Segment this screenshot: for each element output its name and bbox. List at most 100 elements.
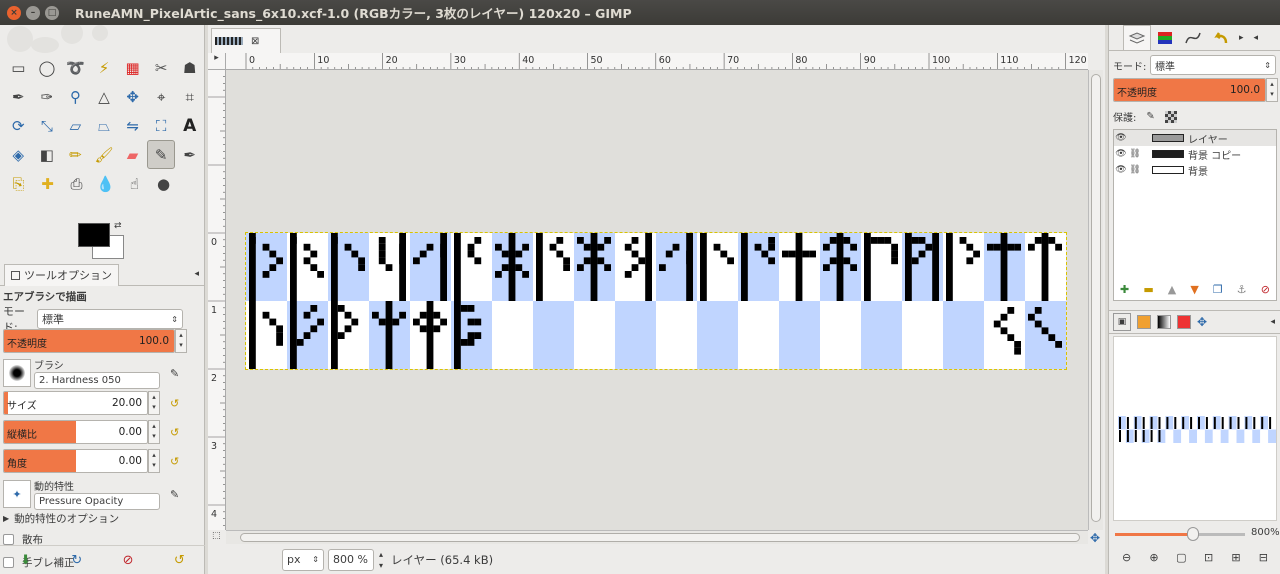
angle-spinner[interactable]: ▴ ▾ [148, 449, 160, 473]
zoom-field[interactable]: 800 % [328, 548, 374, 571]
panel-menu-icon[interactable]: ◂ [194, 269, 199, 279]
chain-icon[interactable]: ⛓ [1128, 149, 1142, 159]
navigation-preview[interactable] [1113, 336, 1277, 521]
select-by-color-tool[interactable]: ▦ [118, 53, 147, 82]
tab-paths[interactable] [1179, 25, 1207, 51]
zoom-fill-icon[interactable]: ⊞ [1228, 549, 1244, 565]
unit-select[interactable]: px ⇕ [282, 548, 324, 571]
image-tab[interactable]: ⊠ [211, 28, 281, 53]
measure-tool[interactable]: △ [90, 82, 119, 111]
shrink-wrap-icon[interactable]: ⊟ [1255, 549, 1271, 565]
tab-layers[interactable] [1123, 24, 1151, 51]
zoom-in-icon[interactable]: ⊕ [1146, 549, 1162, 565]
foreground-color[interactable] [78, 223, 110, 247]
airbrush-tool[interactable]: ✎ [146, 140, 176, 169]
lock-pixels-icon[interactable]: ✎ [1146, 111, 1154, 122]
navigate-icon[interactable]: ✥ [1090, 531, 1100, 545]
tab-gradients[interactable] [1157, 315, 1171, 329]
smudge-tool[interactable]: ☝ [120, 169, 149, 198]
edit-brush-icon[interactable]: ✎ [170, 367, 179, 380]
text-tool-tool[interactable]: A [175, 111, 204, 140]
window-maximize-button[interactable]: □ [45, 5, 59, 20]
reset-options-icon[interactable]: ↺ [174, 553, 185, 568]
visibility-eye-icon[interactable]: 👁 [1114, 165, 1128, 175]
zoom-100-icon[interactable]: ▢ [1173, 549, 1189, 565]
heal-tool[interactable]: ✚ [33, 169, 62, 198]
horizontal-scroll-thumb[interactable] [240, 533, 1080, 542]
ink-tool[interactable]: ✒ [175, 140, 204, 169]
restore-options-icon[interactable]: ↻ [71, 553, 82, 568]
vertical-scrollbar[interactable] [1088, 70, 1103, 530]
perspective-clone-tool[interactable]: ⎙ [62, 169, 91, 198]
opacity-slider[interactable]: 不透明度 100.0 [3, 329, 175, 353]
window-minimize-button[interactable]: – [26, 5, 40, 20]
save-options-icon[interactable]: ⬇ [20, 553, 31, 568]
dynamics-icon[interactable]: ✦ [3, 480, 31, 508]
fuzzy-select-tool[interactable]: ⚡ [90, 53, 119, 82]
foreground-select-tool[interactable]: ☗ [175, 53, 204, 82]
angle-slider[interactable]: 角度 0.00 [3, 449, 148, 473]
menu-arrow-icon[interactable]: ▸ [208, 53, 226, 70]
tab-navigation[interactable]: ✥ [1197, 315, 1207, 329]
tab-pointer[interactable]: ▣ [1113, 313, 1131, 331]
tab-palettes[interactable] [1177, 315, 1191, 329]
new-group-icon[interactable]: ▬ [1143, 283, 1153, 299]
raise-layer-icon[interactable]: ▲ [1168, 283, 1176, 299]
scale-tool[interactable]: ⤡ [33, 111, 62, 140]
rotate-tool[interactable]: ⟳ [4, 111, 33, 140]
zoom-fit-icon[interactable]: ⊡ [1201, 549, 1217, 565]
layer-opacity-slider[interactable]: 不透明度 100.0 [1113, 78, 1266, 102]
aspect-spinner[interactable]: ▴ ▾ [148, 420, 160, 444]
layer-opacity-spinner[interactable]: ▴ ▾ [1266, 78, 1278, 102]
rect-select-tool[interactable]: ▭ [4, 53, 33, 82]
mode-select[interactable]: 標準 ⇕ [37, 309, 183, 329]
blend-tool[interactable]: ◧ [33, 140, 62, 169]
aspect-slider[interactable]: 縦横比 0.00 [3, 420, 148, 444]
quick-mask-icon[interactable]: ⬚ [212, 531, 221, 541]
dynamics-options-expander[interactable]: ▶ 動的特性のオプション [3, 511, 119, 526]
swap-colors-icon[interactable]: ⇄ [114, 221, 122, 231]
vertical-scroll-thumb[interactable] [1091, 74, 1101, 522]
brush-field[interactable]: 2. Hardness 050 [34, 372, 160, 389]
crop-tool[interactable]: ⌗ [175, 82, 204, 111]
delete-options-icon[interactable]: ⊘ [123, 553, 134, 568]
dodge-burn-tool[interactable]: ● [149, 169, 178, 198]
paintbrush-tool[interactable]: 🖌 [90, 140, 119, 169]
edit-dynamics-icon[interactable]: ✎ [170, 488, 179, 501]
dynamics-field[interactable]: Pressure Opacity [34, 493, 160, 510]
nav-zoom-track[interactable] [1115, 533, 1245, 536]
new-layer-icon[interactable]: ✚ [1120, 283, 1129, 299]
perspective-tool[interactable]: ⏢ [90, 111, 119, 140]
scroll-right-icon[interactable]: ▸ [1239, 33, 1244, 43]
shear-tool[interactable]: ▱ [61, 111, 90, 140]
reset-angle-icon[interactable]: ↺ [170, 455, 179, 468]
ellipse-select-tool[interactable]: ◯ [33, 53, 62, 82]
lasso-tool[interactable]: ➰ [61, 53, 90, 82]
zoom-out-icon[interactable]: ⊖ [1119, 549, 1135, 565]
move-tool[interactable]: ✥ [118, 82, 147, 111]
color-swatches[interactable]: ⇄ [78, 221, 126, 259]
brush-preview[interactable] [3, 359, 31, 387]
color-picker-tool[interactable]: ✑ [33, 82, 62, 111]
eraser-tool[interactable]: ▰ [118, 140, 147, 169]
blur-tool[interactable]: 💧 [91, 169, 120, 198]
canvas-area[interactable] [226, 70, 1088, 530]
tab-colors[interactable] [1137, 315, 1151, 329]
flip-tool[interactable]: ⇋ [118, 111, 147, 140]
opacity-spinner[interactable]: ▴ ▾ [175, 329, 187, 353]
duplicate-layer-icon[interactable]: ❐ [1213, 283, 1223, 299]
tab-undo[interactable] [1207, 25, 1235, 51]
layer-list[interactable]: 👁 レイヤー 👁 ⛓ 背景 コピー 👁 ⛓ 背景 [1113, 129, 1277, 301]
close-tab-icon[interactable]: ⊠ [251, 36, 259, 47]
visibility-eye-icon[interactable]: 👁 [1114, 133, 1128, 143]
size-slider[interactable]: サイズ 20.00 [3, 391, 148, 415]
size-spinner[interactable]: ▴ ▾ [148, 391, 160, 415]
image-canvas[interactable] [245, 232, 1067, 370]
layer-row[interactable]: 👁 レイヤー [1114, 130, 1276, 146]
visibility-eye-icon[interactable]: 👁 [1114, 149, 1128, 159]
paths-tool[interactable]: ✒ [4, 82, 33, 111]
horizontal-scrollbar[interactable] [226, 530, 1088, 544]
align-tool[interactable]: ⌖ [147, 82, 176, 111]
nav-zoom-handle[interactable] [1187, 527, 1199, 541]
dock-menu-icon[interactable]: ◂ [1254, 33, 1259, 43]
